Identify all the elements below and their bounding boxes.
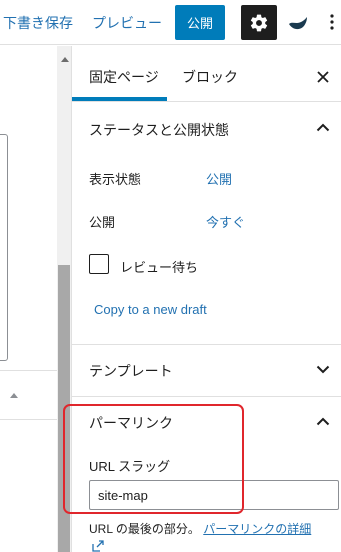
save-draft-button[interactable]: 下書き保存 [3,13,73,33]
chevron-down-icon[interactable] [316,365,330,374]
slug-help-text: URL の最後の部分。 パーマリンクの詳細 [89,520,311,537]
template-panel-title[interactable]: テンプレート [89,361,173,381]
publish-button[interactable]: 公開 [175,5,225,40]
tab-page[interactable]: 固定ページ [89,67,159,87]
settings-button[interactable] [241,5,277,40]
gear-icon [250,14,268,31]
editor-toolbar: 下書き保存 プレビュー 公開 [0,0,341,45]
active-tab-indicator [72,97,167,101]
divider [72,344,341,345]
url-slug-label: URL スラッグ [89,459,171,474]
scroll-up-icon[interactable] [61,57,69,62]
chevron-up-icon[interactable] [316,417,330,426]
divider [0,370,60,371]
permalink-docs-link[interactable]: パーマリンクの詳細 [203,522,311,536]
slug-help-label: URL の最後の部分。 [89,522,200,536]
settings-sidebar: 固定ページ ブロック ステータスと公開状態 表示状態 公開 公開 今すぐ レビュ… [71,46,341,552]
tab-block[interactable]: ブロック [182,67,238,87]
close-icon[interactable] [317,71,329,83]
external-link-icon[interactable] [92,540,104,552]
caret-up-icon[interactable] [10,393,18,398]
sidebar-tabs: 固定ページ ブロック [72,46,341,102]
plugin-logo-icon[interactable] [288,13,308,33]
editor-textarea[interactable] [0,134,8,361]
more-vertical-icon[interactable] [329,12,335,32]
url-slug-input[interactable] [89,480,339,510]
status-panel-title[interactable]: ステータスと公開状態 [89,120,229,140]
editor-canvas [0,46,60,552]
divider [72,396,341,397]
visibility-value-link[interactable]: 公開 [206,169,232,188]
preview-button[interactable]: プレビュー [92,13,162,33]
pending-review-label[interactable]: レビュー待ち [120,257,198,276]
divider [0,419,60,420]
scrollbar-thumb[interactable] [58,265,70,552]
publish-date-value-link[interactable]: 今すぐ [206,212,245,231]
pending-review-checkbox[interactable] [89,254,109,274]
chevron-up-icon[interactable] [316,123,330,132]
visibility-label: 表示状態 [89,172,142,187]
copy-to-draft-link[interactable]: Copy to a new draft [94,302,207,317]
permalink-panel-title[interactable]: パーマリンク [89,413,173,433]
publish-date-label: 公開 [89,215,116,230]
